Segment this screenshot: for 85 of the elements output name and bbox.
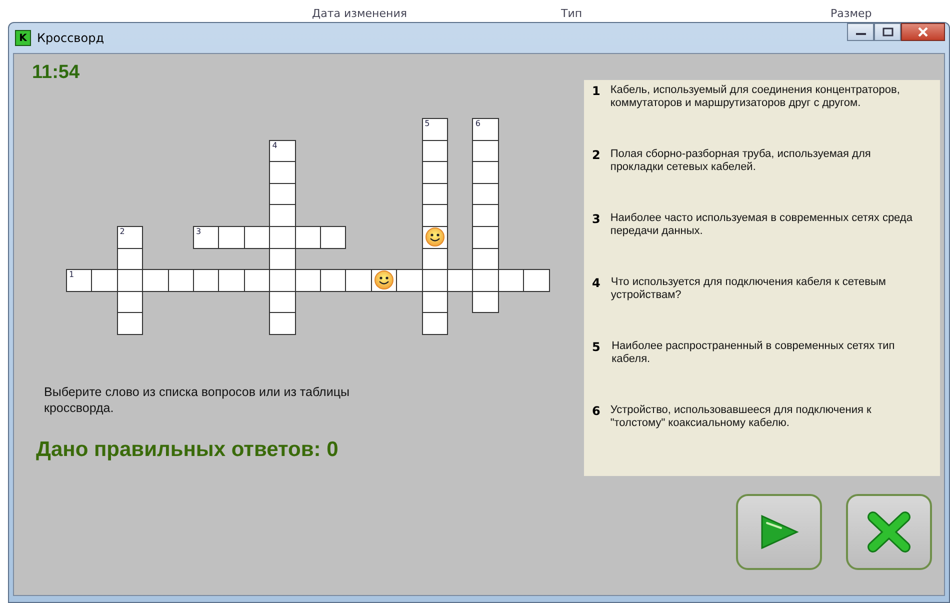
clue-text[interactable]: Устройство, использовавшееся для подключения к "толстому" коаксиальному кабелю. [610,404,936,468]
crossword-cell[interactable] [422,248,448,270]
crossword-cell[interactable]: 6 [472,118,499,141]
crossword-cell[interactable] [422,204,448,227]
crossword-cell[interactable] [91,269,118,292]
clue-number: 4 [592,276,601,292]
crossword-cell[interactable] [269,161,296,184]
crossword-cell[interactable] [269,204,296,227]
crossword-cell[interactable] [422,312,448,335]
crossword-cell[interactable]: 2 [116,226,144,249]
crossword-cell[interactable] [472,140,499,162]
smiley-icon [374,270,394,290]
crossword-cell[interactable] [244,226,270,249]
crossword-cell[interactable] [422,182,448,206]
crossword-cell[interactable] [269,182,296,206]
crossword-cell[interactable] [472,161,499,184]
minimize-button[interactable] [847,23,874,41]
crossword-cell[interactable]: 1 [66,269,92,292]
crossword-cell[interactable] [218,226,245,249]
crossword-cell[interactable] [168,269,194,292]
crossword-cell[interactable] [345,269,372,292]
column-header: Тип [561,8,584,22]
column-header: Дата изменения [312,8,408,22]
crossword-cell[interactable] [422,290,448,314]
crossword-cell[interactable] [269,248,296,270]
instruction-text: Выберите слово из списка вопросов или из таблицы кроссворда. [44,384,350,416]
crossword-cell[interactable] [320,226,346,249]
crossword-cell[interactable]: 3 [193,226,220,249]
crossword-cell[interactable] [447,269,474,292]
cell-number: 1 [69,271,74,280]
crossword-cell[interactable] [523,269,550,292]
column-header: Размер [829,8,873,22]
clue-number: 1 [592,84,600,100]
crossword-cell[interactable] [472,248,499,270]
close-icon [917,27,929,37]
maximize-icon [882,27,894,37]
cross-icon [865,511,913,553]
crossword-cell[interactable]: 4 [269,140,296,162]
clue-number: 3 [592,212,600,228]
crossword-cell[interactable] [498,269,524,292]
window-title: Кроссворд [37,31,104,45]
crossword-cell[interactable] [472,182,499,206]
clue-text[interactable]: Наиболее распространенный в современных сетях тип кабеля. [612,340,936,404]
crossword-cell[interactable] [294,226,321,249]
crossword-cell[interactable] [193,269,220,292]
cell-number: 6 [475,120,480,128]
cell-number: 4 [272,142,278,150]
crossword-cell[interactable] [142,269,169,292]
crossword-cell[interactable] [116,248,144,270]
crossword-cell[interactable] [116,290,144,314]
play-icon [759,514,799,550]
crossword-cell[interactable] [472,290,499,314]
crossword-cell[interactable] [472,204,499,227]
crossword-cell[interactable] [294,269,321,292]
crossword-cell[interactable] [218,269,245,292]
crossword-cell[interactable] [269,290,296,314]
close-button[interactable] [901,23,945,41]
crossword-cell[interactable] [269,312,296,335]
exit-button[interactable] [846,494,932,570]
crossword-cell[interactable] [472,226,499,249]
crossword-cell[interactable]: 5 [422,118,448,141]
cell-number: 5 [424,120,430,128]
clue-text[interactable]: Кабель, используемый для соединения концентраторов, коммутаторов и маршрутизаторов друг с другом. [610,84,936,148]
crossword-cell[interactable] [244,269,270,292]
clue-text[interactable]: Что используется для подключения кабеля к сетевым устройствам? [610,276,936,340]
crossword-cell[interactable] [396,269,423,292]
crossword-cell[interactable] [422,226,448,249]
clue-number: 6 [592,404,600,420]
cell-number: 3 [196,228,202,236]
maximize-button[interactable] [874,23,901,41]
crossword-cell[interactable] [116,312,144,335]
crossword-cell[interactable] [422,140,448,162]
crossword-cell[interactable] [320,269,346,292]
smiley-icon [424,227,445,247]
timer: 11:54 [32,62,81,85]
clue-number: 2 [592,148,600,164]
clue-number: 5 [592,340,602,356]
clue-text[interactable]: Наиболее часто используемая в современных сетях среда передачи данных. [610,212,936,276]
score-text: Дано правильных ответов: 0 [36,438,340,462]
crossword-cell[interactable] [422,161,448,184]
app-icon: K [15,30,31,46]
clue-text[interactable]: Полая сборно-разборная труба, используемая для прокладки сетевых кабелей. [610,148,936,212]
crossword-cell[interactable] [370,269,398,292]
cell-number: 2 [120,228,125,236]
next-button[interactable] [736,494,822,570]
